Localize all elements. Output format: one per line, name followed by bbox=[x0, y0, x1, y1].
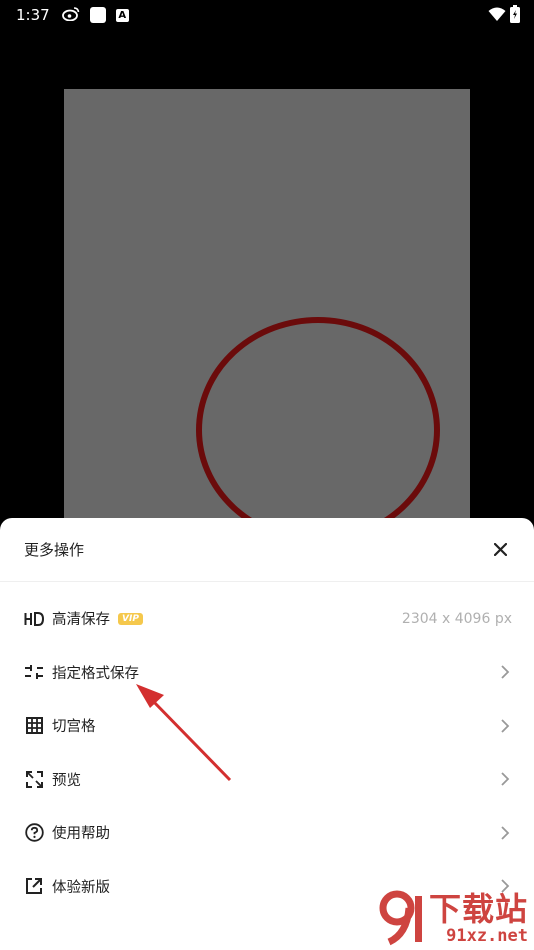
status-bar: 1:37 A bbox=[0, 0, 534, 30]
status-icons-left: A bbox=[61, 6, 129, 25]
hd-icon bbox=[24, 609, 44, 629]
watermark-text: 下载站 91xz.net bbox=[429, 891, 528, 945]
menu-item-label: 使用帮助 bbox=[52, 826, 110, 843]
sheet-header: 更多操作 bbox=[0, 518, 534, 582]
chevron-right-icon bbox=[501, 665, 510, 679]
menu-item-label: 高清保存 bbox=[52, 612, 110, 629]
menu-item-format-save[interactable]: 指定格式保存 bbox=[0, 646, 534, 700]
notification-square-icon bbox=[89, 7, 106, 23]
watermark-logo-icon bbox=[379, 890, 422, 946]
close-icon bbox=[493, 543, 507, 556]
close-button[interactable] bbox=[490, 540, 510, 560]
status-time: 1:37 bbox=[16, 6, 50, 24]
menu-item-label: 切宫格 bbox=[52, 719, 96, 736]
menu-item-right bbox=[498, 772, 512, 786]
grid-icon bbox=[24, 716, 44, 736]
preview-circle-drawing bbox=[196, 317, 440, 529]
menu-item-right bbox=[498, 665, 512, 679]
menu-item-label: 体验新版 bbox=[52, 879, 110, 896]
watermark-url: 91xz.net bbox=[446, 926, 528, 946]
chevron-right-icon bbox=[501, 719, 510, 733]
watermark: 下载站 91xz.net bbox=[379, 890, 528, 946]
menu-item-preview[interactable]: 预览 bbox=[0, 753, 534, 807]
menu-item-right bbox=[498, 719, 512, 733]
wifi-icon bbox=[488, 7, 506, 26]
more-actions-sheet: 更多操作 高清保存 VIP 2304 x 4096 px 指定格式保存 切宫格 … bbox=[0, 518, 534, 950]
battery-icon bbox=[510, 5, 520, 27]
action-menu: 高清保存 VIP 2304 x 4096 px 指定格式保存 切宫格 预览 使用… bbox=[0, 582, 534, 913]
watermark-title: 下载站 bbox=[428, 890, 528, 928]
chevron-right-icon bbox=[501, 772, 510, 786]
sheet-title: 更多操作 bbox=[24, 541, 85, 559]
vip-badge: VIP bbox=[118, 612, 143, 625]
external-link-icon bbox=[24, 876, 44, 896]
menu-item-grid-split[interactable]: 切宫格 bbox=[0, 699, 534, 753]
menu-item-right: 2304 x 4096 px bbox=[402, 611, 512, 627]
menu-item-label: 指定格式保存 bbox=[52, 665, 139, 682]
expand-icon bbox=[24, 769, 44, 789]
canvas-area bbox=[0, 30, 534, 529]
status-icons-right bbox=[488, 5, 520, 27]
resolution-value: 2304 x 4096 px bbox=[401, 610, 512, 627]
menu-item-hd-save[interactable]: 高清保存 VIP 2304 x 4096 px bbox=[0, 592, 534, 646]
menu-item-label: 预览 bbox=[52, 772, 81, 789]
chevron-right-icon bbox=[501, 826, 510, 840]
preview-image[interactable] bbox=[64, 89, 470, 529]
menu-item-right bbox=[498, 826, 512, 840]
format-sliders-icon bbox=[24, 662, 44, 682]
help-circle-icon bbox=[24, 823, 44, 843]
menu-item-help[interactable]: 使用帮助 bbox=[0, 806, 534, 860]
a-badge-icon: A bbox=[115, 8, 129, 22]
weibo-icon bbox=[61, 6, 80, 25]
